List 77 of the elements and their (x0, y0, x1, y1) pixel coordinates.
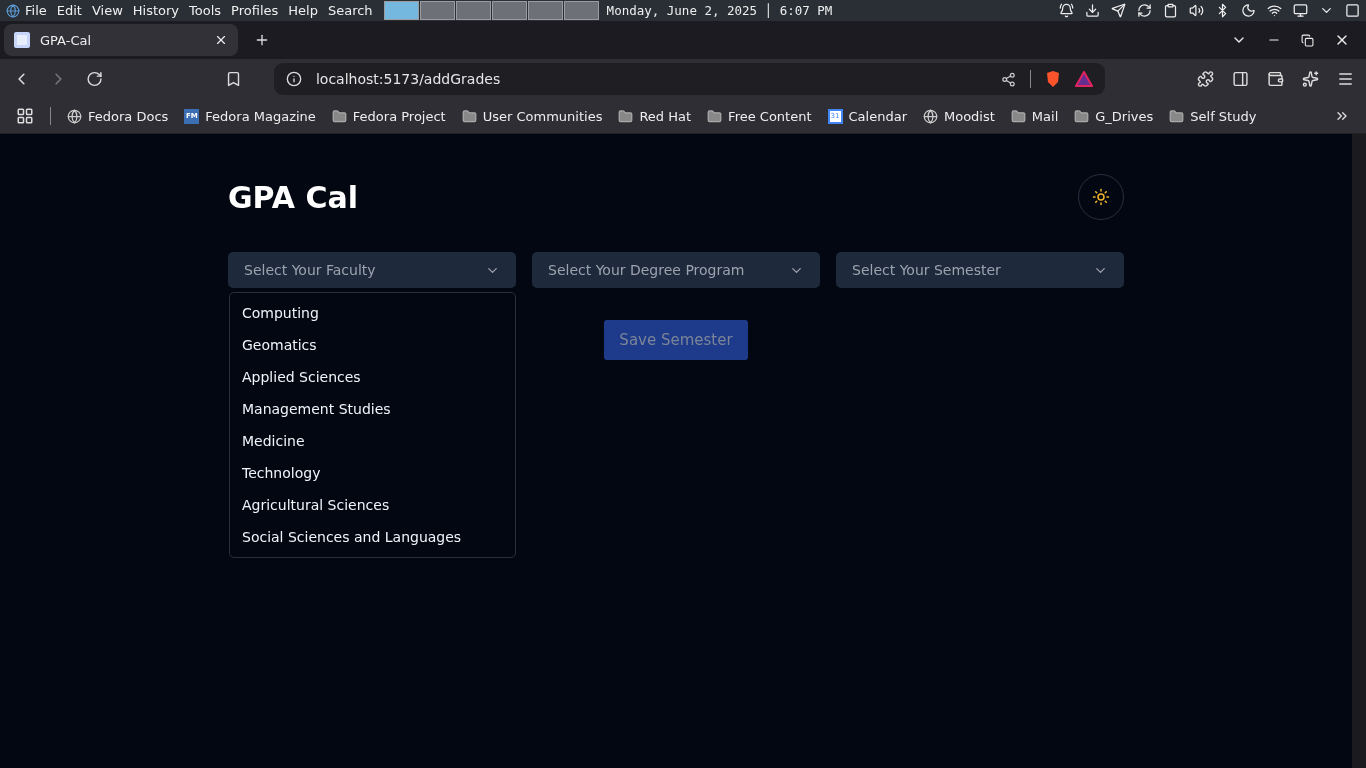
menu-item[interactable]: File (20, 3, 52, 18)
bookmark-link[interactable]: User Communities (482, 108, 603, 124)
folder-icon (461, 108, 477, 124)
page-title: GPA Cal (228, 179, 359, 215)
dropdown-option[interactable]: Management Studies (230, 393, 515, 425)
scrollbar-track[interactable] (1352, 134, 1366, 768)
folder-icon (1010, 108, 1026, 124)
clipboard-icon[interactable] (1163, 3, 1178, 18)
dropdown-option[interactable]: Applied Sciences (230, 361, 515, 393)
wallet-icon[interactable] (1266, 70, 1284, 88)
bookmark-link[interactable]: Calendar (848, 108, 907, 124)
workspace-thumbnail[interactable] (419, 1, 455, 20)
globe-icon (67, 108, 82, 124)
sun-icon (1092, 188, 1110, 206)
bookmark-link[interactable]: Self Study (1190, 108, 1257, 124)
volume-icon[interactable] (1189, 3, 1204, 18)
new-tab-icon[interactable] (254, 32, 270, 48)
dropdown-option[interactable]: Agricultural Sciences (230, 489, 515, 521)
sparkle-icon[interactable] (1301, 70, 1319, 88)
address-bar[interactable]: localhost:5173/addGrades (273, 63, 1105, 95)
menu-item[interactable]: View (86, 3, 128, 18)
reload-icon[interactable] (85, 70, 103, 88)
wifi-icon[interactable] (1267, 3, 1282, 18)
monitor-icon[interactable] (1293, 3, 1308, 18)
bookmark-link[interactable]: G_Drives (1095, 108, 1154, 124)
dropdown-option[interactable]: Computing (230, 297, 515, 329)
url-text: localhost:5173/addGrades (315, 71, 502, 87)
select-dropdown[interactable]: Select Your Semester (836, 252, 1124, 288)
tab-favicon-icon (14, 32, 30, 48)
folder-icon (331, 108, 347, 124)
folder-icon (1074, 108, 1090, 124)
close-icon[interactable] (214, 33, 228, 47)
restore-icon[interactable] (1301, 33, 1314, 47)
bell-icon[interactable] (1059, 3, 1074, 18)
select-dropdown[interactable]: Select Your Degree Program (532, 252, 820, 288)
puzzle-icon[interactable] (1196, 70, 1214, 88)
sync-icon[interactable] (1137, 3, 1152, 18)
browser-tab[interactable]: GPA-Cal (4, 24, 238, 56)
menu-item[interactable]: Help (283, 3, 323, 18)
select-dropdown[interactable]: Select Your Faculty (228, 252, 516, 288)
bookmark-link[interactable]: Fedora Project (352, 108, 446, 124)
workspace-thumbnail[interactable] (383, 1, 419, 20)
workspace-thumbnail[interactable] (455, 1, 491, 20)
bookmark-link[interactable]: Mail (1031, 108, 1059, 124)
dropdown-option[interactable]: Geomatics (230, 329, 515, 361)
menu-icon[interactable] (1336, 70, 1354, 88)
bookmark-link[interactable]: Red Hat (639, 108, 692, 124)
dropdown-option[interactable]: Social Sciences and Languages (230, 521, 515, 553)
workspace-thumbnail[interactable] (527, 1, 563, 20)
bookmark-link[interactable]: Moodist (944, 108, 995, 124)
menu-item[interactable]: Profiles (226, 3, 284, 18)
clock[interactable]: Monday, June 2, 2025 │ 6:07 PM (606, 3, 833, 18)
menu-item[interactable]: Search (322, 3, 378, 18)
triangle-icon[interactable] (1074, 71, 1093, 87)
menu-item[interactable]: Tools (184, 3, 227, 18)
share-icon[interactable] (1000, 71, 1016, 87)
dropdown-option[interactable]: Technology (230, 457, 515, 489)
download-icon[interactable] (1085, 3, 1100, 18)
send-icon[interactable] (1111, 3, 1126, 18)
folder-icon (1169, 108, 1185, 124)
globe-icon (923, 108, 938, 124)
menu-item[interactable]: Edit (51, 3, 87, 18)
workspace-thumbnail[interactable] (563, 1, 599, 20)
folder-icon (707, 108, 723, 124)
apps-icon[interactable] (16, 107, 34, 125)
info-icon[interactable] (285, 71, 302, 87)
sidebar-icon[interactable] (1231, 70, 1249, 88)
bookmark-link[interactable]: Free Content (728, 108, 812, 124)
dropdown-option[interactable]: Medicine (230, 425, 515, 457)
moon-icon[interactable] (1241, 3, 1256, 18)
bookmark-link[interactable]: Fedora Docs (88, 108, 169, 124)
menu-item[interactable]: History (127, 3, 185, 18)
desktop-icon[interactable] (1345, 3, 1360, 18)
tab-title: GPA-Cal (40, 32, 93, 48)
workspace-thumbnail[interactable] (491, 1, 527, 20)
bookmark-link[interactable]: Fedora Magazine (205, 108, 316, 124)
folder-icon (618, 108, 634, 124)
